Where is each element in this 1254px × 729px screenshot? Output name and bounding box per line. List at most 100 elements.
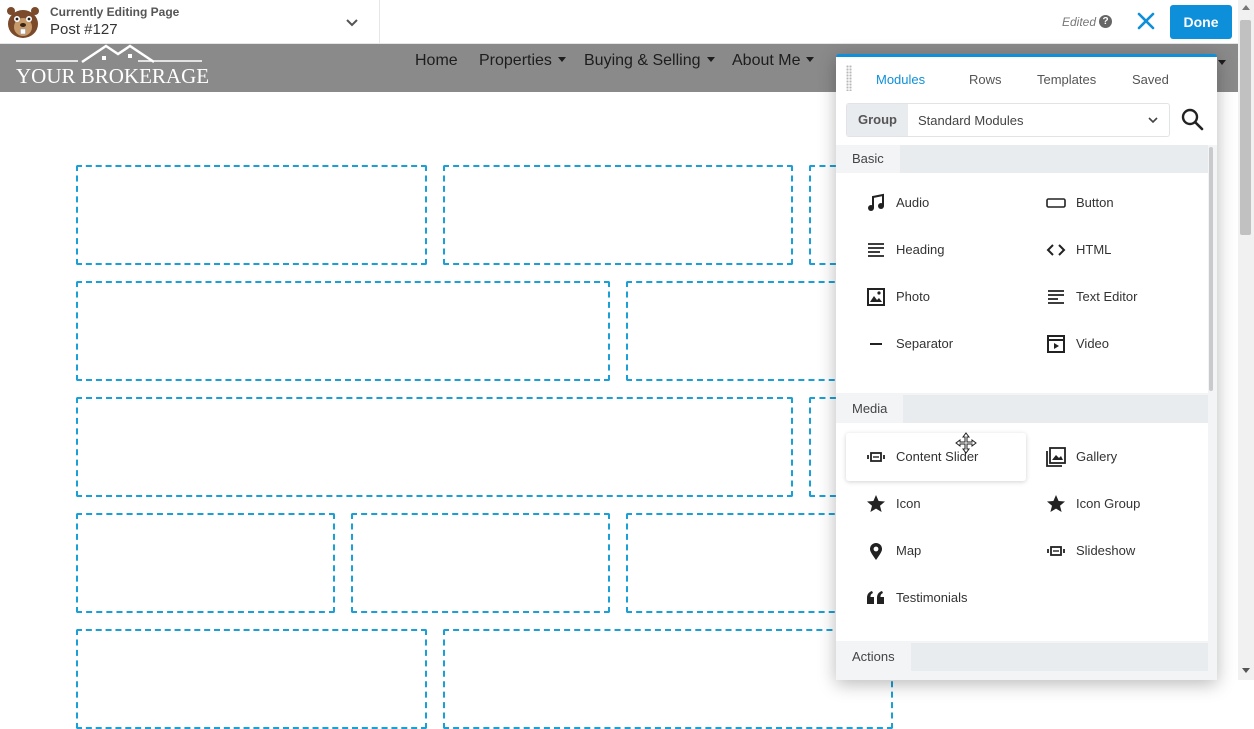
- module-button[interactable]: Button: [1026, 179, 1206, 227]
- section-title: Actions: [836, 643, 911, 671]
- content-panel: Modules Rows Templates Saved Group Stand…: [836, 54, 1217, 680]
- slideshow-icon: [1047, 546, 1065, 556]
- logo-text: YOUR BROKERAGE: [16, 64, 210, 88]
- module-testimonials[interactable]: Testimonials: [846, 574, 1026, 622]
- module-label: Testimonials: [896, 590, 968, 605]
- group-value: Standard Modules: [918, 113, 1024, 128]
- drag-handle-icon[interactable]: [846, 65, 852, 91]
- module-label: Icon Group: [1076, 496, 1141, 511]
- nav-properties[interactable]: Properties: [479, 52, 566, 70]
- section-title: Basic: [836, 145, 900, 173]
- video-icon: [1047, 335, 1065, 353]
- group-select[interactable]: Group Standard Modules: [846, 103, 1170, 137]
- button-icon: [1046, 198, 1066, 208]
- scrollbar-thumb[interactable]: [1240, 20, 1251, 235]
- caret-down-icon: [557, 57, 566, 62]
- move-cursor-icon: [955, 432, 977, 454]
- module-text-editor[interactable]: Text Editor: [1026, 273, 1206, 321]
- section-basic: Audio Button Heading HTML Photo Text Edi…: [836, 173, 1208, 393]
- module-audio[interactable]: Audio: [846, 179, 1026, 227]
- logo-underline: [16, 60, 202, 62]
- module-html[interactable]: HTML: [1026, 226, 1206, 274]
- group-label: Group: [847, 104, 908, 136]
- slider-icon: [867, 452, 885, 462]
- star-icon: [867, 495, 885, 512]
- nav-buying-selling[interactable]: Buying & Selling: [584, 52, 715, 70]
- section-media: Content Slider Gallery Icon Icon Group M…: [836, 423, 1208, 641]
- close-icon[interactable]: [1136, 11, 1156, 31]
- module-label: Gallery: [1076, 449, 1118, 464]
- beaver-logo-icon: [7, 7, 39, 38]
- module-label: HTML: [1076, 242, 1112, 257]
- scroll-down-arrow-icon[interactable]: [1242, 668, 1250, 673]
- drop-zone[interactable]: [76, 281, 610, 381]
- module-label: Slideshow: [1076, 543, 1136, 558]
- module-label: Icon: [896, 496, 921, 511]
- scroll-up-arrow-icon[interactable]: [1242, 5, 1250, 10]
- module-icon-group[interactable]: Icon Group: [1026, 480, 1206, 528]
- module-content-slider[interactable]: Content Slider: [846, 433, 1026, 481]
- module-icon[interactable]: Icon: [846, 480, 1026, 528]
- chevron-down-icon: [1148, 117, 1158, 124]
- section-media-header: Media: [836, 395, 1208, 423]
- quote-icon: [867, 591, 884, 604]
- nav-label: Buying & Selling: [584, 52, 701, 69]
- module-separator[interactable]: Separator: [846, 320, 1026, 368]
- module-label: Map: [896, 543, 922, 558]
- section-actions-header: Actions: [836, 643, 1208, 671]
- nav-label: Properties: [479, 52, 552, 69]
- module-label: Video: [1076, 336, 1110, 351]
- builder-topbar: Currently Editing Page Post #127 Edited …: [0, 0, 1254, 44]
- done-button[interactable]: Done: [1170, 5, 1232, 39]
- caret-down-icon: [806, 57, 815, 62]
- nav-home[interactable]: Home: [415, 52, 458, 70]
- caret-down-icon: [706, 57, 715, 62]
- drop-zone[interactable]: [76, 629, 427, 729]
- gallery-icon: [1046, 447, 1066, 467]
- drop-zone[interactable]: [443, 165, 793, 265]
- drop-zone[interactable]: [443, 629, 893, 729]
- module-gallery[interactable]: Gallery: [1026, 433, 1206, 481]
- section-basic-header: Basic: [836, 145, 1208, 173]
- map-pin-icon: [870, 543, 882, 560]
- editing-page-selector[interactable]: Currently Editing Page Post #127: [0, 0, 380, 44]
- drop-zone[interactable]: [76, 397, 793, 497]
- drop-zone[interactable]: [76, 165, 427, 265]
- editing-title: Post #127: [50, 21, 118, 38]
- module-label: Button: [1076, 195, 1114, 210]
- modules-list: Basic Audio Button Heading HTML Photo Te…: [836, 145, 1217, 680]
- module-label: Heading: [896, 242, 945, 257]
- page-scrollbar[interactable]: [1238, 0, 1254, 680]
- module-map[interactable]: Map: [846, 527, 1026, 575]
- edited-status: Edited: [1062, 15, 1097, 29]
- module-slideshow[interactable]: Slideshow: [1026, 527, 1206, 575]
- module-label: Audio: [896, 195, 930, 210]
- code-icon: [1046, 244, 1066, 256]
- module-video[interactable]: Video: [1026, 320, 1206, 368]
- panel-scrollbar-thumb[interactable]: [1209, 147, 1213, 391]
- tab-rows[interactable]: Rows: [969, 72, 1002, 87]
- nav-label: About Me: [732, 52, 801, 69]
- caret-down-icon: [1218, 60, 1226, 65]
- nav-about-me[interactable]: About Me: [732, 52, 815, 70]
- drop-zone[interactable]: [351, 513, 610, 613]
- section-title: Media: [836, 395, 904, 423]
- nav-label: Home: [415, 52, 458, 69]
- drop-zone[interactable]: [76, 513, 335, 613]
- help-icon[interactable]: ?: [1099, 15, 1112, 28]
- module-label: Photo: [896, 289, 930, 304]
- editing-label: Currently Editing Page: [50, 5, 180, 19]
- module-photo[interactable]: Photo: [846, 273, 1026, 321]
- tab-saved[interactable]: Saved: [1132, 72, 1169, 87]
- module-heading[interactable]: Heading: [846, 226, 1026, 274]
- module-label: Text Editor: [1076, 289, 1138, 304]
- separator-icon: [870, 343, 882, 345]
- tab-modules[interactable]: Modules: [876, 72, 925, 87]
- music-note-icon: [868, 193, 884, 211]
- chevron-down-icon[interactable]: [344, 14, 360, 30]
- text-editor-icon: [1048, 290, 1064, 304]
- tab-templates[interactable]: Templates: [1037, 72, 1096, 87]
- heading-icon: [868, 243, 884, 257]
- module-label: Separator: [896, 336, 954, 351]
- search-icon[interactable]: [1180, 107, 1204, 131]
